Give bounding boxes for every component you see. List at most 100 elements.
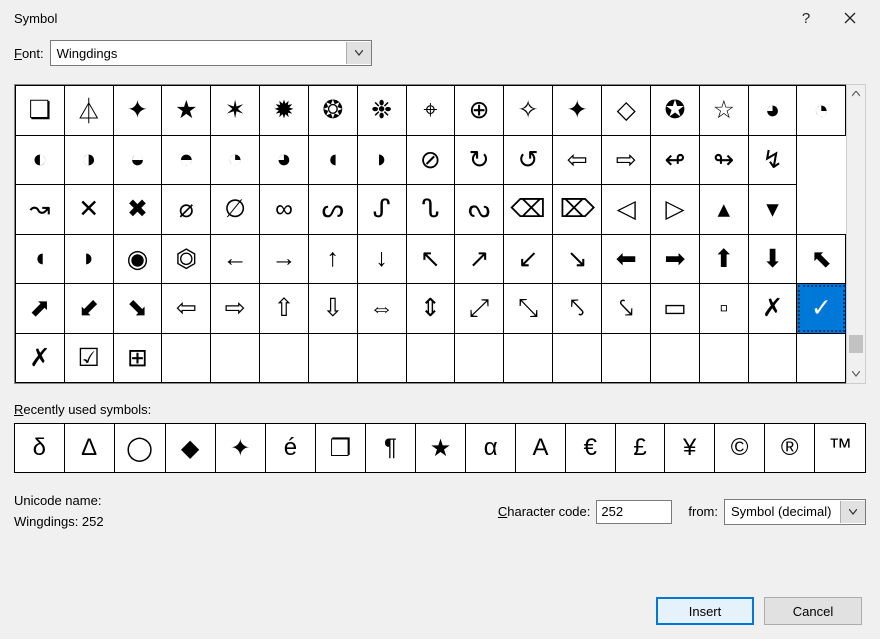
symbol-cell[interactable]: ◔: [797, 86, 846, 136]
close-button[interactable]: [828, 3, 872, 33]
symbol-cell[interactable]: [602, 333, 651, 383]
symbol-cell[interactable]: ☑: [64, 333, 113, 383]
symbol-cell[interactable]: ↬: [699, 135, 748, 185]
symbol-cell[interactable]: ◕: [748, 86, 797, 136]
symbol-cell[interactable]: ◖: [16, 234, 65, 284]
recent-symbol-cell[interactable]: £: [615, 424, 665, 473]
symbol-cell[interactable]: [211, 333, 260, 383]
cancel-button[interactable]: Cancel: [764, 597, 862, 625]
symbol-cell[interactable]: ↘: [553, 234, 602, 284]
scroll-thumb[interactable]: [849, 335, 863, 353]
symbol-cell[interactable]: ↓: [357, 234, 406, 284]
symbol-cell[interactable]: ◁: [602, 185, 651, 235]
symbol-cell[interactable]: ↑: [308, 234, 357, 284]
symbol-cell[interactable]: ←: [211, 234, 260, 284]
symbol-cell[interactable]: ⇨: [211, 284, 260, 334]
symbol-cell[interactable]: ↺: [504, 135, 553, 185]
symbol-cell[interactable]: ⏃: [64, 86, 113, 136]
symbol-cell[interactable]: ⊘: [406, 135, 455, 185]
symbol-cell[interactable]: ⌦: [553, 185, 602, 235]
symbol-cell[interactable]: ◕: [260, 135, 309, 185]
symbol-cell[interactable]: ⊞: [113, 333, 162, 383]
recent-symbol-cell[interactable]: ★: [415, 424, 465, 473]
symbol-cell[interactable]: ↖: [406, 234, 455, 284]
symbol-cell[interactable]: [455, 333, 504, 383]
symbol-cell[interactable]: ◐: [16, 135, 65, 185]
scroll-down-button[interactable]: [847, 365, 865, 383]
char-code-input[interactable]: [596, 500, 672, 524]
symbol-cell[interactable]: ∞: [260, 185, 309, 235]
symbol-cell[interactable]: ◒: [113, 135, 162, 185]
symbol-cell[interactable]: ↻: [455, 135, 504, 185]
symbol-cell[interactable]: ⇔: [357, 284, 406, 334]
font-select[interactable]: Wingdings: [50, 40, 372, 66]
symbol-cell[interactable]: ᔑ: [357, 185, 406, 235]
symbol-cell[interactable]: [797, 333, 846, 383]
recent-symbol-cell[interactable]: ❐: [315, 424, 365, 473]
symbol-cell[interactable]: ⤣: [553, 284, 602, 334]
symbol-cell[interactable]: ↗: [455, 234, 504, 284]
symbol-cell[interactable]: [357, 333, 406, 383]
symbol-cell[interactable]: ◗: [64, 234, 113, 284]
symbol-cell[interactable]: ☆: [699, 86, 748, 136]
symbol-cell[interactable]: ⤢: [455, 284, 504, 334]
symbol-cell[interactable]: ↙: [504, 234, 553, 284]
symbol-cell[interactable]: [308, 333, 357, 383]
symbol-cell[interactable]: ▾: [748, 185, 797, 235]
recent-symbol-cell[interactable]: ◯: [114, 424, 165, 473]
insert-button[interactable]: Insert: [656, 597, 754, 625]
symbol-cell[interactable]: ᔐ: [406, 185, 455, 235]
symbol-cell[interactable]: ✶: [211, 86, 260, 136]
help-button[interactable]: ?: [784, 3, 828, 33]
recent-symbol-cell[interactable]: é: [266, 424, 316, 473]
symbol-cell[interactable]: ▫: [699, 284, 748, 334]
symbol-cell[interactable]: ❏: [16, 86, 65, 136]
scroll-up-button[interactable]: [847, 85, 865, 103]
font-dropdown-button[interactable]: [346, 42, 371, 64]
symbol-cell[interactable]: ⊕: [455, 86, 504, 136]
symbol-cell[interactable]: ⇩: [308, 284, 357, 334]
symbol-cell[interactable]: ✖: [113, 185, 162, 235]
symbol-cell[interactable]: ↝: [16, 185, 65, 235]
symbol-cell[interactable]: ⬈: [16, 284, 65, 334]
symbol-cell[interactable]: ✹: [260, 86, 309, 136]
recent-symbol-cell[interactable]: Δ: [64, 424, 114, 473]
symbol-cell[interactable]: ᔕ: [308, 185, 357, 235]
symbol-cell[interactable]: ✧: [504, 86, 553, 136]
symbol-cell[interactable]: →: [260, 234, 309, 284]
symbol-cell[interactable]: ◓: [162, 135, 211, 185]
symbol-cell[interactable]: ⤡: [504, 284, 553, 334]
recent-symbol-cell[interactable]: ®: [765, 424, 815, 473]
recent-symbol-cell[interactable]: ™: [815, 424, 866, 473]
symbol-cell[interactable]: ⇕: [406, 284, 455, 334]
symbol-cell[interactable]: ◉: [113, 234, 162, 284]
symbol-cell[interactable]: ◇: [602, 86, 651, 136]
recent-symbol-cell[interactable]: ◆: [165, 424, 215, 473]
scroll-track[interactable]: [847, 103, 865, 365]
symbol-cell[interactable]: ⬇: [748, 234, 797, 284]
recent-symbol-cell[interactable]: ¶: [366, 424, 416, 473]
symbol-cell[interactable]: ★: [162, 86, 211, 136]
symbol-cell[interactable]: ⬊: [113, 284, 162, 334]
symbol-cell[interactable]: [651, 333, 700, 383]
symbol-cell[interactable]: ⬋: [64, 284, 113, 334]
symbol-cell[interactable]: ⌫: [504, 185, 553, 235]
grid-scrollbar[interactable]: [846, 84, 866, 384]
symbol-cell[interactable]: ⤥: [602, 284, 651, 334]
symbol-cell[interactable]: ✦: [553, 86, 602, 136]
symbol-cell[interactable]: ↫: [651, 135, 700, 185]
symbol-cell[interactable]: [162, 333, 211, 383]
symbol-cell[interactable]: ◗: [357, 135, 406, 185]
symbol-cell[interactable]: ↯: [748, 135, 797, 185]
symbol-cell[interactable]: ❉: [357, 86, 406, 136]
symbol-cell[interactable]: ⇦: [553, 135, 602, 185]
symbol-cell[interactable]: ᔓ: [455, 185, 504, 235]
recent-symbol-cell[interactable]: ©: [715, 424, 765, 473]
symbol-cell[interactable]: [699, 333, 748, 383]
recent-symbol-cell[interactable]: ✦: [215, 424, 265, 473]
symbol-cell[interactable]: ⏣: [162, 234, 211, 284]
recent-symbol-cell[interactable]: α: [466, 424, 516, 473]
symbol-cell[interactable]: ⌀: [162, 185, 211, 235]
symbol-cell[interactable]: ◑: [64, 135, 113, 185]
symbol-cell[interactable]: [406, 333, 455, 383]
